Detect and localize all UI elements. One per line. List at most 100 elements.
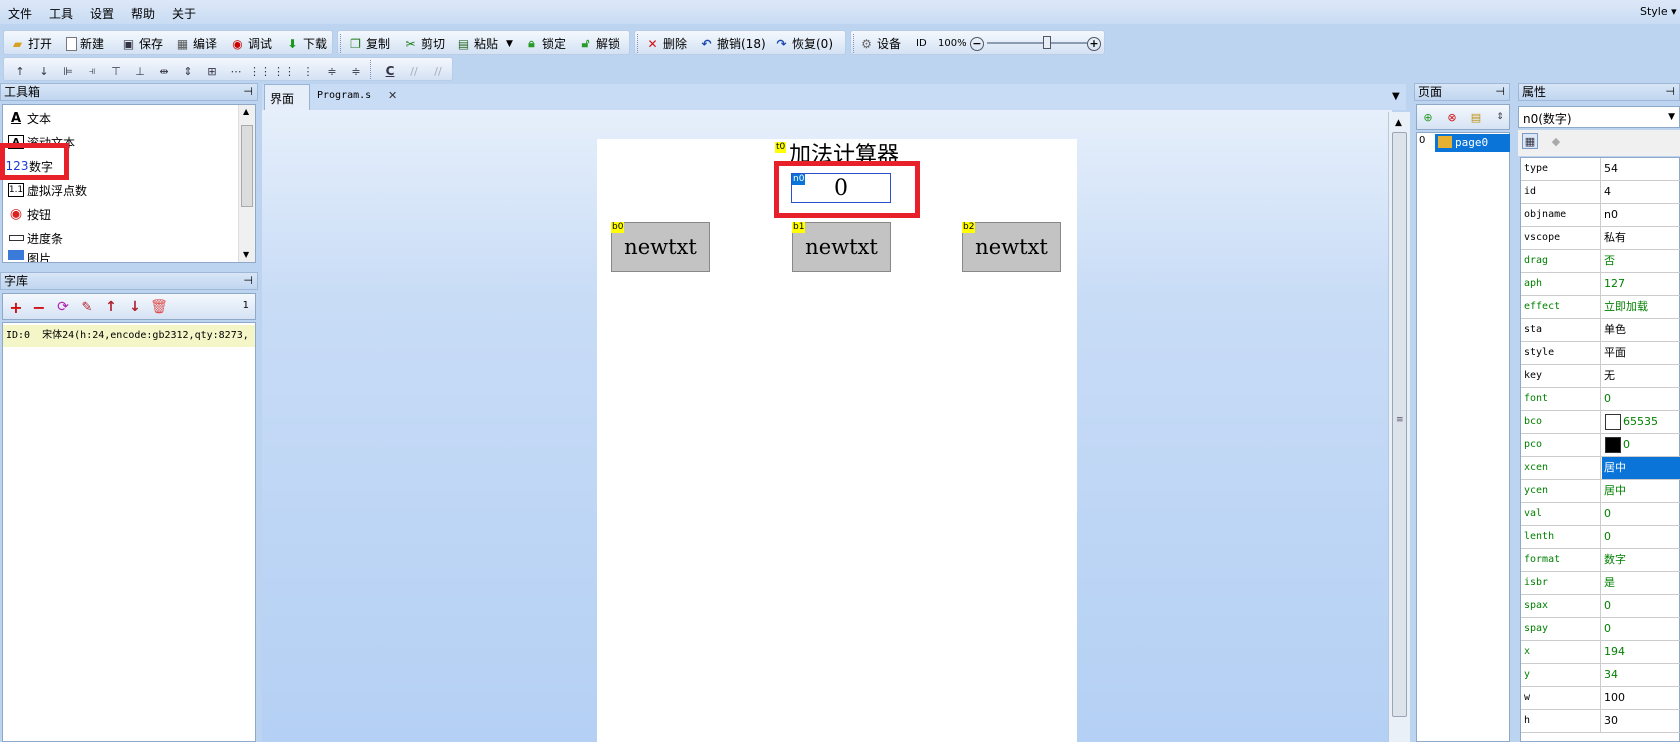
property-value[interactable]: 单色 (1602, 319, 1680, 341)
scroll-up-icon[interactable]: ▲ (1395, 118, 1402, 128)
delete-button[interactable]: ✕ 删除 (645, 35, 687, 52)
align-left-icon[interactable]: ⊫ (60, 63, 76, 79)
button-b1[interactable]: newtxt (792, 222, 891, 272)
property-row-font[interactable]: font 0 (1521, 388, 1680, 411)
new-button[interactable]: 新建 (66, 35, 104, 52)
page-canvas[interactable]: 加法计算器 t0 0 n0 newtxt b0 newtxt b1 newtxt… (597, 139, 1077, 742)
distribute-v-icon[interactable]: ⋮ (300, 63, 316, 79)
property-row-objname[interactable]: objname n0 (1521, 204, 1680, 227)
property-value[interactable]: 平面 (1602, 342, 1680, 364)
property-value[interactable]: 0 (1602, 618, 1680, 640)
menu-tools[interactable]: 工具 (49, 5, 73, 22)
property-row-drag[interactable]: drag 否 (1521, 250, 1680, 273)
add-font-icon[interactable]: + (8, 298, 24, 317)
device-button[interactable]: ⚙ 设备 (859, 35, 901, 52)
workspace-scrollbar[interactable]: ▲ ≡ (1388, 112, 1410, 742)
tab-ui[interactable]: 界面 (264, 84, 310, 111)
more-icon[interactable]: ⇕ (1492, 109, 1508, 125)
import-page-icon[interactable]: ▤ (1468, 109, 1484, 125)
chevron-down-icon[interactable]: ▼ (506, 39, 513, 49)
property-value[interactable]: 65535 (1602, 411, 1680, 433)
property-value[interactable]: 居中 (1602, 457, 1680, 479)
unlock-button[interactable]: 🔓︎ 解锁 (578, 35, 620, 52)
scroll-down-icon[interactable]: ▼ (243, 250, 249, 259)
property-row-type[interactable]: type 54 (1521, 158, 1680, 181)
align-right-icon[interactable]: ⫣ (84, 63, 100, 79)
delete-page-icon[interactable]: ⊗ (1444, 109, 1460, 125)
refresh-font-icon[interactable]: ⟳ (55, 299, 71, 315)
property-row-aph[interactable]: aph 127 (1521, 273, 1680, 296)
font-up-icon[interactable]: ↑ (103, 299, 119, 315)
toolbox-item-float[interactable]: 1.1 虚拟浮点数 (8, 180, 87, 200)
property-value[interactable]: 0 (1602, 595, 1680, 617)
distribute-h-icon[interactable]: ⋯ (228, 63, 244, 79)
chevron-down-icon[interactable]: ▼ (1668, 112, 1675, 122)
download-button[interactable]: ⬇ 下载 (285, 35, 327, 52)
property-row-w[interactable]: w 100 (1521, 687, 1680, 710)
debug-button[interactable]: ◉ 调试 (230, 35, 272, 52)
menu-file[interactable]: 文件 (8, 5, 32, 22)
toolbox-item-text[interactable]: A 文本 (8, 108, 51, 128)
font-down-icon[interactable]: ↓ (127, 299, 143, 315)
spacing-v-icon[interactable]: ≑ (324, 63, 340, 79)
spacing-h-icon[interactable]: ⋮⋮ (249, 63, 271, 79)
edit-font-icon[interactable]: ✎ (79, 299, 95, 315)
property-row-style[interactable]: style 平面 (1521, 342, 1680, 365)
property-row-effect[interactable]: effect 立即加载 (1521, 296, 1680, 319)
page-item-page0[interactable]: page0 (1435, 134, 1510, 152)
id-toggle[interactable]: ID (916, 35, 927, 52)
color-swatch[interactable] (1605, 414, 1621, 430)
cut-button[interactable]: ✂ 剪切 (403, 35, 445, 52)
menu-settings[interactable]: 设置 (90, 5, 114, 22)
spacing-v2-icon[interactable]: ≑ (348, 63, 364, 79)
zoom-in-button[interactable]: + (1087, 35, 1104, 52)
comment-line-icon[interactable]: // (406, 63, 422, 79)
property-row-x[interactable]: x 194 (1521, 641, 1680, 664)
pin-icon[interactable]: ⊣ (243, 84, 253, 100)
property-row-ycen[interactable]: ycen 居中 (1521, 480, 1680, 503)
comment-button[interactable]: C (382, 63, 398, 79)
zoom-out-button[interactable]: − (970, 35, 987, 52)
tab-list-dropdown-icon[interactable]: ▼ (1392, 91, 1400, 102)
property-row-spay[interactable]: spay 0 (1521, 618, 1680, 641)
property-value[interactable]: 否 (1602, 250, 1680, 272)
tab-program[interactable]: Program.s (317, 90, 371, 101)
toolbox-item-picture[interactable]: 图片 (8, 250, 51, 262)
categorized-view-icon[interactable]: ▦ (1522, 133, 1538, 149)
pin-icon[interactable]: ⊣ (1495, 84, 1505, 100)
open-button[interactable]: ▰ 打开 (10, 35, 52, 52)
center-horizontal-icon[interactable]: ⇹ (156, 63, 172, 79)
copy-button[interactable]: ❐ 复制 (348, 35, 390, 52)
property-value[interactable]: 54 (1602, 158, 1680, 180)
toolbox-item-progress[interactable]: 进度条 (8, 228, 63, 248)
property-row-val[interactable]: val 0 (1521, 503, 1680, 526)
property-value[interactable]: 是 (1602, 572, 1680, 594)
property-value[interactable]: 0 (1602, 434, 1680, 456)
property-row-spax[interactable]: spax 0 (1521, 595, 1680, 618)
button-b0[interactable]: newtxt (611, 222, 710, 272)
toolbox-item-button[interactable]: ◉ 按钮 (8, 204, 51, 224)
property-row-pco[interactable]: pco 0 (1521, 434, 1680, 457)
property-value[interactable]: 4 (1602, 181, 1680, 203)
property-value[interactable]: 0 (1602, 503, 1680, 525)
spacing-h2-icon[interactable]: ⋮⋮ (273, 63, 295, 79)
style-menu[interactable]: Style ▾ (1640, 5, 1677, 18)
zoom-slider[interactable] (987, 36, 1087, 49)
same-size-icon[interactable]: ⊞ (204, 63, 220, 79)
scroll-up-icon[interactable]: ▲ (243, 107, 249, 116)
property-row-key[interactable]: key 无 (1521, 365, 1680, 388)
property-row-format[interactable]: format 数字 (1521, 549, 1680, 572)
property-value[interactable]: n0 (1602, 204, 1680, 226)
uncomment-line-icon[interactable]: // (430, 63, 446, 79)
button-b2[interactable]: newtxt (962, 222, 1061, 272)
pin-icon[interactable]: ⊣ (1665, 84, 1675, 100)
zoom-slider-thumb[interactable] (1043, 36, 1051, 49)
color-swatch[interactable] (1605, 437, 1621, 453)
center-vertical-icon[interactable]: ⇕ (180, 63, 196, 79)
align-top-icon[interactable]: ⊤ (108, 63, 124, 79)
property-row-y[interactable]: y 34 (1521, 664, 1680, 687)
property-value[interactable]: 194 (1602, 641, 1680, 663)
menu-help[interactable]: 帮助 (131, 5, 155, 22)
lock-button[interactable]: 🔒︎ 锁定 (524, 35, 566, 52)
property-value[interactable]: 100 (1602, 687, 1680, 709)
